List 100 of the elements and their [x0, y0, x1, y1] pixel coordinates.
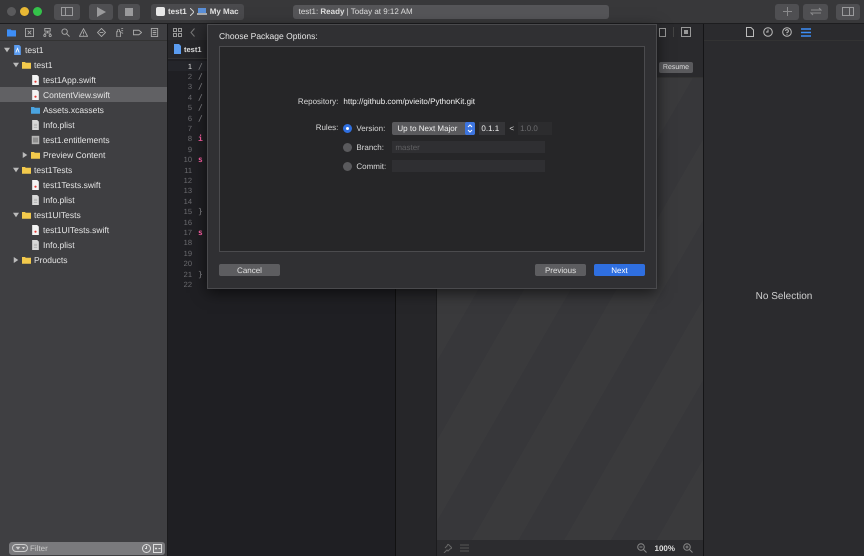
zoom-window-icon[interactable] — [33, 7, 42, 16]
swift-file-icon — [31, 90, 40, 100]
rule-label: Branch: — [356, 142, 385, 152]
file-row[interactable]: test1UITests.swift — [0, 222, 167, 237]
radio-button[interactable] — [343, 162, 352, 170]
disclosure-down-icon[interactable] — [13, 212, 19, 218]
search-icon[interactable] — [61, 28, 70, 36]
grid-icon[interactable] — [173, 28, 182, 36]
code-text: / — [198, 72, 203, 82]
sidebar-icon — [61, 7, 73, 16]
file-row[interactable]: Assets.xcassets — [0, 102, 167, 117]
file-row[interactable]: Info.plist — [0, 192, 167, 207]
run-button[interactable] — [89, 4, 113, 20]
field-label: Rules: — [314, 122, 338, 134]
boxed-plus-minus-icon[interactable] — [153, 544, 162, 552]
upper-version-field: 1.0.0 — [518, 122, 552, 134]
play-icon — [96, 6, 106, 16]
file-row[interactable]: ContentView.swift — [0, 87, 167, 102]
zoom-in-icon[interactable] — [683, 543, 693, 553]
file-row[interactable]: test1App.swift — [0, 72, 167, 87]
code-text: / — [198, 114, 203, 123]
report-icon[interactable] — [150, 28, 160, 36]
activity-status-field: test1: Ready | Today at 9:12 AM — [292, 4, 609, 18]
file-icon[interactable] — [746, 27, 754, 37]
disclosure-down-icon[interactable] — [13, 62, 19, 68]
file-row[interactable]: test1.entitlements — [0, 132, 167, 147]
code-text: s — [198, 155, 203, 164]
zoom-level: 100% — [654, 544, 675, 552]
folder-icon — [22, 60, 31, 70]
diamond-icon[interactable] — [96, 28, 106, 36]
dialog-button[interactable]: Previous — [535, 264, 586, 276]
sheet-title: Choose Package Options: — [219, 31, 319, 43]
hierarchy-icon[interactable] — [43, 28, 52, 36]
boxed-x-icon[interactable] — [25, 28, 34, 36]
lower-version-field[interactable]: 0.1.1 — [479, 122, 506, 134]
folder-icon — [22, 254, 31, 264]
laptop-icon — [196, 8, 207, 15]
rule-label: Commit: — [356, 162, 388, 170]
attributes-icon[interactable] — [800, 28, 810, 36]
disclosure-down-icon[interactable] — [4, 46, 10, 52]
preview-panel-icon[interactable] — [681, 27, 691, 37]
stepper-icon — [465, 122, 476, 134]
code-text: / — [198, 62, 203, 71]
code-text: / — [198, 103, 203, 112]
filter-field[interactable]: Filter — [9, 542, 165, 554]
folder-icon — [22, 210, 31, 220]
plus-icon — [782, 7, 792, 16]
file-row[interactable]: test1 — [0, 42, 167, 57]
filter-field[interactable]: Filter — [30, 544, 140, 552]
rule-label: Version: — [356, 124, 386, 132]
file-row[interactable]: test1 — [0, 57, 167, 72]
add-button[interactable] — [775, 4, 799, 20]
chevron-right-icon — [190, 8, 194, 16]
tag-icon[interactable] — [132, 28, 142, 36]
assets-folder-icon — [31, 104, 40, 114]
file-row[interactable]: Info.plist — [0, 237, 167, 252]
minimize-window-icon[interactable] — [20, 7, 29, 16]
swift-file-icon — [31, 74, 40, 84]
filter-options-icon[interactable] — [12, 544, 28, 552]
dialog-button[interactable]: Cancel — [219, 264, 280, 276]
document-icon — [31, 134, 40, 144]
disclosure-right-icon[interactable] — [22, 152, 28, 158]
disclosure-right-icon[interactable] — [13, 256, 19, 262]
file-row[interactable]: test1Tests — [0, 162, 167, 177]
warning-icon[interactable] — [78, 28, 88, 36]
next-button[interactable]: Next — [594, 264, 645, 276]
empty-message: No Selection — [756, 291, 812, 302]
file-row[interactable]: test1UITests — [0, 207, 167, 222]
sidebar-toggle-button[interactable] — [54, 4, 80, 20]
version-rule-dropdown[interactable]: Up to Next Major — [392, 122, 476, 134]
less-than-sign: < — [509, 124, 514, 132]
code-text: / — [198, 92, 203, 102]
pin-icon[interactable] — [443, 544, 452, 552]
code-text: } — [198, 270, 203, 278]
zoom-out-icon[interactable] — [636, 543, 647, 553]
field-label: Repository: — [298, 96, 338, 108]
right-panel-icon — [842, 7, 854, 16]
stop-button[interactable] — [118, 4, 140, 20]
code-text: i — [198, 134, 203, 144]
swap-arrows-icon — [810, 7, 822, 16]
file-row[interactable]: Products — [0, 252, 167, 267]
swift-file-icon — [31, 224, 40, 234]
radio-button[interactable] — [343, 124, 352, 132]
spray-icon[interactable] — [114, 28, 124, 36]
swap-arrows-button[interactable] — [803, 4, 828, 20]
project-file-icon — [173, 44, 181, 54]
inspector-toggle-button[interactable] — [836, 4, 860, 20]
file-row[interactable]: Preview Content — [0, 147, 167, 162]
code-text: s — [198, 228, 203, 237]
folder-icon[interactable] — [7, 28, 16, 36]
scheme-selector[interactable]: test1 My Mac — [151, 4, 244, 20]
code-text: } — [198, 207, 203, 216]
file-icon — [31, 240, 40, 250]
help-icon[interactable] — [782, 27, 792, 37]
file-row[interactable]: test1Tests.swift — [0, 177, 167, 192]
radio-button[interactable] — [343, 142, 352, 152]
file-row[interactable]: Info.plist — [0, 117, 167, 132]
clock-icon[interactable] — [762, 27, 772, 37]
disclosure-down-icon[interactable] — [13, 166, 19, 172]
repository-url: http://github.com/pvieito/PythonKit.git — [343, 96, 476, 108]
